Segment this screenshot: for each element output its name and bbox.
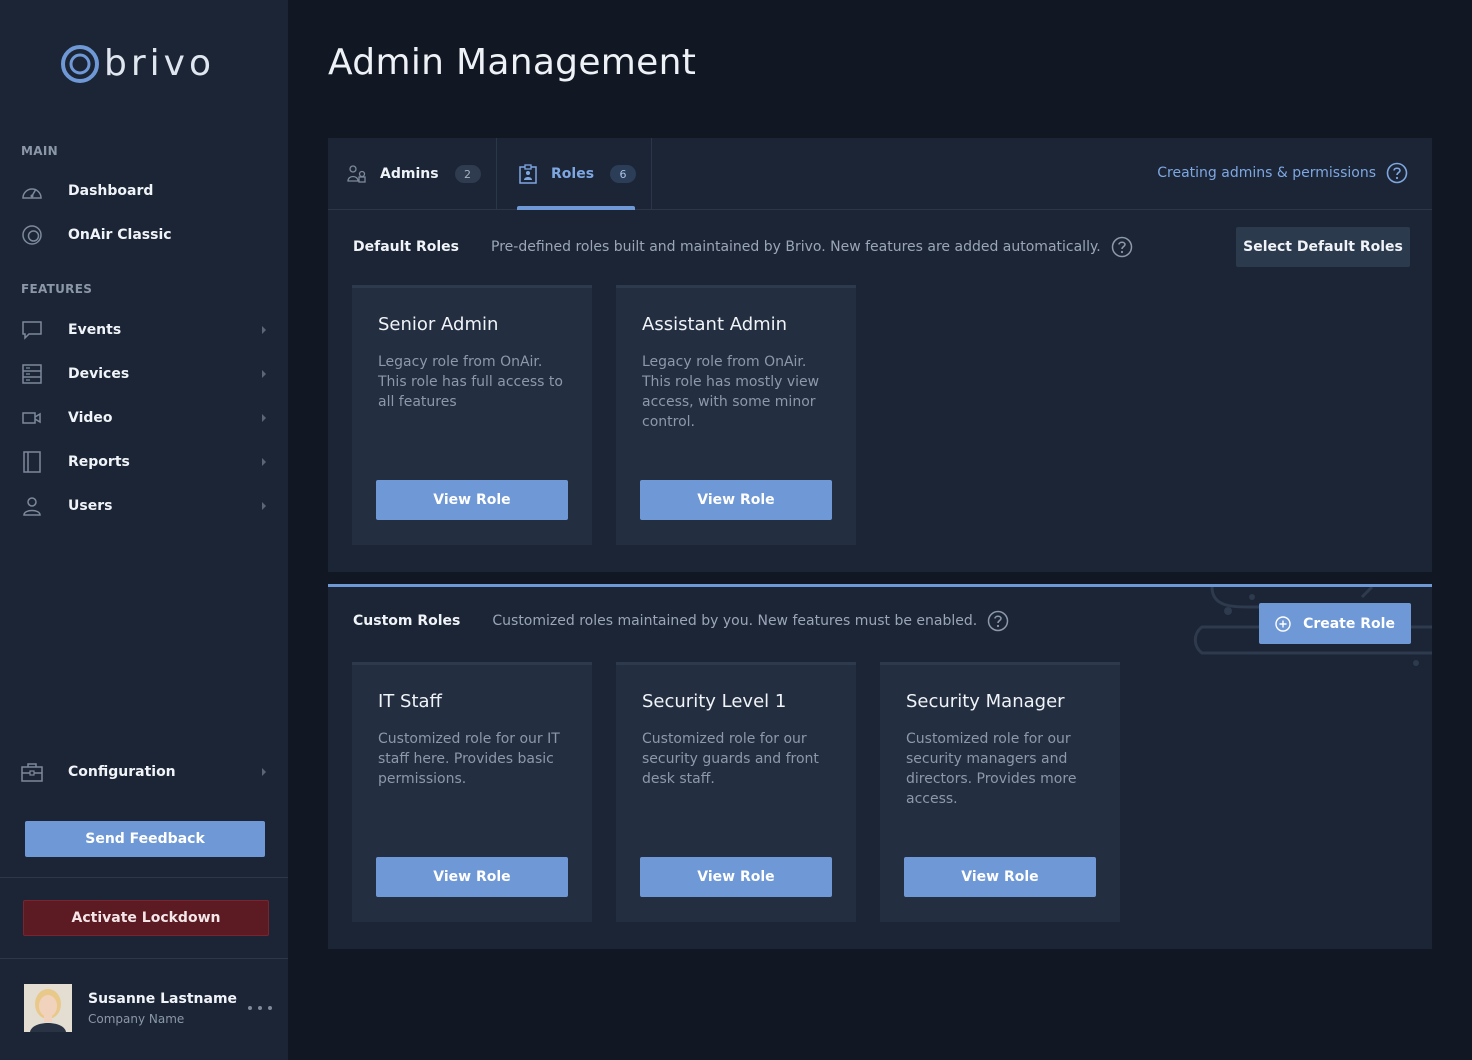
section-label-main: MAIN — [21, 144, 58, 158]
brivo-logo[interactable]: brivo — [60, 44, 215, 84]
role-description: Customized role for our security guards … — [642, 731, 819, 787]
create-role-button[interactable]: Create Role — [1259, 603, 1411, 644]
chevron-right-icon — [262, 326, 266, 334]
role-description: Customized role for our IT staff here. P… — [378, 731, 560, 787]
more-options-icon[interactable] — [248, 1000, 272, 1016]
role-title: Senior Admin — [378, 314, 499, 335]
role-description: Customized role for our security manager… — [906, 731, 1077, 807]
page-title: Admin Management — [328, 42, 697, 83]
role-description: Legacy role from OnAir. This role has mo… — [642, 354, 820, 430]
tab-roles[interactable]: Roles 6 — [517, 138, 637, 210]
configuration-icon — [21, 761, 43, 783]
sidebar-divider — [0, 958, 288, 959]
role-card-it-staff: IT Staff Customized role for our IT staf… — [352, 662, 592, 922]
onair-icon — [21, 224, 43, 246]
events-icon — [21, 319, 43, 341]
sidebar-item-reports[interactable]: Reports — [0, 442, 288, 482]
role-title: Assistant Admin — [642, 314, 788, 335]
tab-admins[interactable]: Admins 2 — [346, 138, 481, 210]
sidebar-item-onair-classic[interactable]: OnAir Classic — [0, 215, 288, 255]
default-roles-header: Default Roles Pre-defined roles built an… — [353, 236, 1133, 258]
sidebar-item-label: Dashboard — [68, 183, 154, 199]
user-name: Susanne Lastname — [88, 991, 238, 1007]
role-title: Security Manager — [906, 691, 1065, 712]
video-icon — [21, 407, 43, 429]
tab-count-badge: 6 — [610, 165, 637, 183]
add-circle-icon — [1275, 615, 1291, 632]
custom-roles-header: Custom Roles Customized roles maintained… — [353, 610, 1009, 632]
view-role-button[interactable]: View Role — [376, 857, 568, 897]
create-role-label: Create Role — [1303, 615, 1395, 632]
chevron-right-icon — [262, 458, 266, 466]
tab-separator — [496, 138, 497, 210]
sidebar-divider — [0, 877, 288, 878]
sidebar-item-configuration[interactable]: Configuration — [0, 752, 288, 792]
help-circle-icon[interactable] — [987, 610, 1009, 632]
tab-bar: Admins 2 Roles 6 Creating admins & permi… — [328, 138, 1432, 210]
role-card-security-level-1: Security Level 1 Customized role for our… — [616, 662, 856, 922]
sidebar-item-label: OnAir Classic — [68, 227, 172, 243]
sidebar-item-devices[interactable]: Devices — [0, 354, 288, 394]
brivo-logo-icon — [61, 45, 99, 83]
view-role-button[interactable]: View Role — [376, 480, 568, 520]
chevron-right-icon — [262, 370, 266, 378]
sidebar-item-label: Reports — [68, 454, 130, 470]
sidebar-item-label: Events — [68, 322, 122, 338]
role-description: Legacy role from OnAir. This role has fu… — [378, 354, 563, 410]
devices-icon — [21, 363, 43, 385]
send-feedback-button[interactable]: Send Feedback — [25, 821, 265, 857]
help-circle-icon[interactable] — [1111, 236, 1133, 258]
sidebar-item-label: Devices — [68, 366, 130, 382]
role-title: Security Level 1 — [642, 691, 787, 712]
chevron-right-icon — [262, 768, 266, 776]
default-roles-panel: Admins 2 Roles 6 Creating admins & permi… — [328, 138, 1432, 572]
help-link-label: Creating admins & permissions — [1157, 165, 1376, 181]
admins-icon — [346, 163, 368, 185]
sidebar-item-label: Configuration — [68, 764, 176, 780]
sidebar-item-label: Users — [68, 498, 113, 514]
dashboard-icon — [21, 180, 43, 202]
sidebar-item-label: Video — [68, 410, 113, 426]
role-card-assistant-admin: Assistant Admin Legacy role from OnAir. … — [616, 285, 856, 545]
user-company: Company Name — [88, 1012, 185, 1026]
sidebar-item-video[interactable]: Video — [0, 398, 288, 438]
creating-admins-help-link[interactable]: Creating admins & permissions — [1157, 162, 1408, 184]
view-role-button[interactable]: View Role — [640, 857, 832, 897]
chevron-right-icon — [262, 502, 266, 510]
users-icon — [21, 495, 43, 517]
tab-label: Roles — [551, 166, 595, 182]
help-circle-icon — [1386, 162, 1408, 184]
tab-count-badge: 2 — [454, 165, 481, 183]
active-tab-indicator — [517, 206, 635, 210]
section-description: Pre-defined roles built and maintained b… — [491, 239, 1101, 255]
brand-name: brivo — [104, 43, 215, 84]
section-title: Default Roles — [353, 239, 460, 255]
roles-icon — [517, 163, 539, 185]
section-label-features: FEATURES — [21, 282, 93, 296]
view-role-button[interactable]: View Role — [640, 480, 832, 520]
custom-roles-panel: Custom Roles Customized roles maintained… — [328, 584, 1432, 949]
select-default-roles-button[interactable]: Select Default Roles — [1236, 227, 1410, 267]
section-title: Custom Roles — [353, 613, 461, 629]
tab-label: Admins — [380, 166, 439, 182]
sidebar-item-events[interactable]: Events — [0, 310, 288, 350]
avatar[interactable] — [24, 984, 72, 1032]
role-title: IT Staff — [378, 691, 442, 712]
sidebar-item-dashboard[interactable]: Dashboard — [0, 171, 288, 211]
tab-separator — [651, 138, 652, 210]
sidebar-item-users[interactable]: Users — [0, 486, 288, 526]
role-card-senior-admin: Senior Admin Legacy role from OnAir. Thi… — [352, 285, 592, 545]
view-role-button[interactable]: View Role — [904, 857, 1096, 897]
section-description: Customized roles maintained by you. New … — [492, 613, 978, 629]
role-card-security-manager: Security Manager Customized role for our… — [880, 662, 1120, 922]
activate-lockdown-button[interactable]: Activate Lockdown — [23, 900, 269, 936]
chevron-right-icon — [262, 414, 266, 422]
sidebar: brivo MAIN Dashboard OnAir Classic FEATU… — [0, 0, 288, 1060]
reports-icon — [21, 451, 43, 473]
